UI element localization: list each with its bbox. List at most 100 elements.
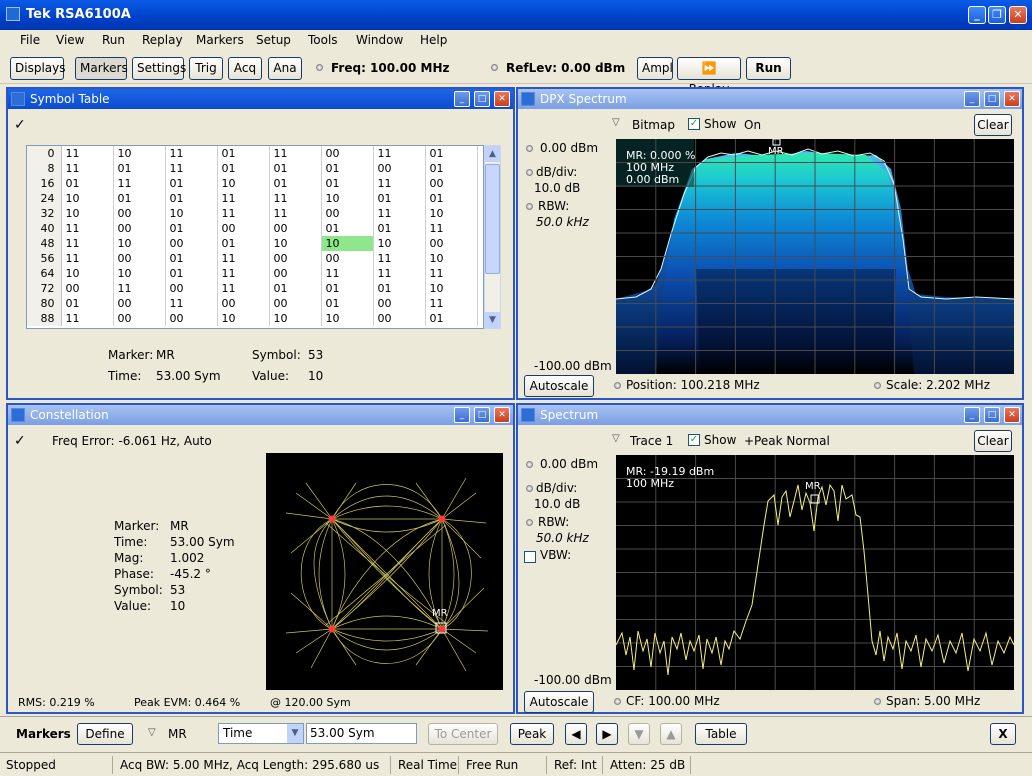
marker-position-input[interactable]: 53.00 Sym [306, 723, 417, 744]
menu-window[interactable]: Window [356, 33, 403, 47]
table-cell[interactable]: 01 [61, 176, 114, 191]
table-cell[interactable]: 01 [217, 146, 270, 161]
table-cell[interactable]: 01 [425, 311, 478, 326]
table-cell[interactable]: 11 [321, 266, 374, 281]
table-button[interactable]: Table [695, 723, 747, 745]
table-cell[interactable]: 11 [113, 176, 166, 191]
scroll-up-icon[interactable]: ▲ [485, 146, 500, 162]
peak-button[interactable]: Peak [510, 723, 554, 745]
table-cell[interactable]: 00 [269, 296, 322, 311]
table-cell[interactable]: 00 [373, 161, 426, 176]
close-icon[interactable]: ✕ [1004, 407, 1020, 423]
minimize-icon[interactable]: _ [454, 407, 470, 423]
table-cell[interactable]: 11 [165, 146, 218, 161]
table-cell[interactable]: 11 [61, 221, 114, 236]
menu-setup[interactable]: Setup [256, 33, 291, 47]
table-cell[interactable]: 10 [373, 236, 426, 251]
freq-readout[interactable]: Freq: 100.00 MHz [331, 61, 450, 75]
table-cell[interactable]: 11 [61, 251, 114, 266]
menu-view[interactable]: View [56, 33, 84, 47]
minimize-icon[interactable]: _ [454, 91, 470, 107]
table-cell[interactable]: 10 [217, 176, 270, 191]
table-cell[interactable]: 01 [321, 296, 374, 311]
table-cell[interactable]: 01 [269, 176, 322, 191]
spectrum-span[interactable]: Span: 5.00 MHz [886, 694, 980, 708]
maximize-icon[interactable]: □ [984, 91, 1000, 107]
reflev-readout[interactable]: RefLev: 0.00 dBm [506, 61, 625, 75]
close-markers-button[interactable]: X [990, 723, 1016, 745]
table-cell[interactable]: 10 [217, 311, 270, 326]
table-cell[interactable]: 10 [425, 251, 478, 266]
table-row[interactable]: 16 01 11 01 10 01 01 11 00 [27, 176, 478, 191]
table-cell[interactable]: 11 [113, 281, 166, 296]
table-cell[interactable]: 00 [61, 281, 114, 296]
menu-replay[interactable]: Replay [142, 33, 183, 47]
scale-knob-icon[interactable] [874, 382, 881, 389]
symbol-table-scrollbar[interactable]: ▲ ▼ [484, 145, 501, 329]
table-cell[interactable]: 01 [113, 191, 166, 206]
reflevel-knob-icon[interactable] [526, 145, 533, 152]
vbw-checkbox[interactable] [524, 551, 536, 563]
dbdiv-value[interactable]: 10.0 dB [534, 497, 580, 511]
reflev-knob-icon[interactable] [491, 64, 498, 71]
dpx-position[interactable]: Position: 100.218 MHz [626, 378, 760, 392]
table-cell[interactable]: 01 [321, 161, 374, 176]
table-cell[interactable]: 11 [373, 146, 426, 161]
table-cell[interactable]: 00 [269, 221, 322, 236]
table-cell[interactable]: 01 [321, 221, 374, 236]
maximize-icon[interactable]: □ [474, 91, 490, 107]
table-row[interactable]: 88 11 00 00 10 10 10 00 01 [27, 311, 478, 326]
table-cell[interactable]: 00 [373, 311, 426, 326]
dbdiv-knob-icon[interactable] [526, 169, 533, 176]
table-row[interactable]: 24 10 01 01 11 11 10 01 01 [27, 191, 478, 206]
menu-help[interactable]: Help [420, 33, 447, 47]
table-row[interactable]: 72 00 11 00 11 01 01 01 10 [27, 281, 478, 296]
dropdown-arrow-icon[interactable]: ▼ [287, 724, 303, 743]
autoscale-button[interactable]: Autoscale [524, 691, 594, 713]
table-cell[interactable]: 11 [373, 176, 426, 191]
table-cell[interactable]: 11 [61, 146, 114, 161]
table-row[interactable]: 0 11 10 11 01 11 00 11 01 [27, 146, 478, 161]
table-cell[interactable]: 10 [113, 266, 166, 281]
menu-tools[interactable]: Tools [308, 33, 338, 47]
chevron-down-icon[interactable]: ▽ [612, 433, 620, 444]
prev-peak-button[interactable]: ◀ [565, 723, 587, 745]
table-cell[interactable]: 11 [217, 281, 270, 296]
table-cell[interactable]: 11 [425, 266, 478, 281]
table-cell[interactable]: 00 [113, 296, 166, 311]
table-cell[interactable]: 00 [113, 221, 166, 236]
table-cell[interactable]: 11 [425, 221, 478, 236]
table-cell[interactable]: 01 [425, 146, 478, 161]
table-cell[interactable]: 11 [269, 146, 322, 161]
table-cell[interactable]: 01 [425, 191, 478, 206]
table-cell[interactable]: 00 [217, 221, 270, 236]
clear-button[interactable]: Clear [974, 430, 1012, 452]
markers-button[interactable]: Markers [75, 57, 128, 80]
table-cell[interactable]: 01 [425, 161, 478, 176]
table-row[interactable]: 56 11 00 01 11 00 00 11 10 [27, 251, 478, 266]
table-cell[interactable]: 00 [165, 311, 218, 326]
spectrum-title-bar[interactable]: Spectrum _ □ ✕ [518, 405, 1022, 425]
next-peak-button[interactable]: ▶ [596, 723, 618, 745]
table-cell[interactable]: 11 [61, 236, 114, 251]
rbw-knob-icon[interactable] [526, 203, 533, 210]
constellation-title-bar[interactable]: Constellation _ □ ✕ [8, 405, 513, 425]
table-cell[interactable]: 10 [61, 206, 114, 221]
peak-down-button[interactable]: ▼ [628, 723, 650, 745]
table-cell[interactable]: 01 [165, 221, 218, 236]
table-cell[interactable]: 11 [165, 296, 218, 311]
minimize-icon[interactable]: _ [964, 407, 980, 423]
show-checkbox[interactable]: ✓ [688, 118, 700, 130]
table-cell[interactable]: 00 [269, 251, 322, 266]
table-row[interactable]: 80 01 00 11 00 00 01 00 11 [27, 296, 478, 311]
table-cell[interactable]: 10 [61, 266, 114, 281]
table-cell[interactable]: 11 [373, 206, 426, 221]
table-cell[interactable]: 01 [165, 251, 218, 266]
table-cell[interactable]: 10 [165, 206, 218, 221]
trace-selector[interactable]: Trace 1 [630, 434, 673, 448]
constellation-plot[interactable]: MR [266, 453, 503, 690]
show-checkbox[interactable]: ✓ [688, 434, 700, 446]
table-cell[interactable]: 00 [165, 281, 218, 296]
rbw-value[interactable]: 50.0 kHz [536, 531, 589, 545]
scroll-thumb[interactable] [485, 164, 500, 274]
